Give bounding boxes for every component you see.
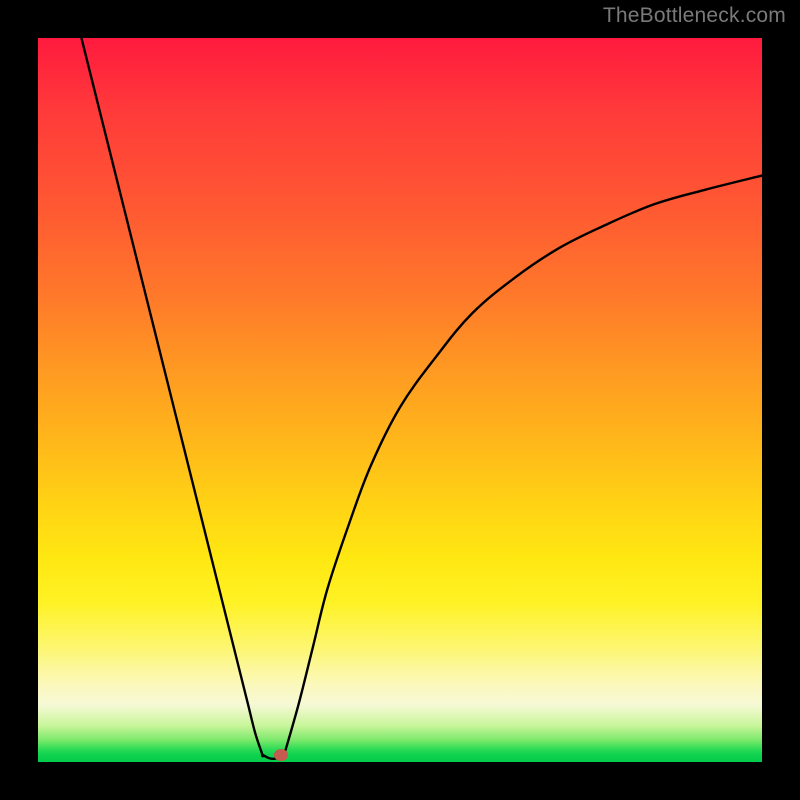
plot-area [38,38,762,762]
optimal-point-marker [274,749,288,761]
watermark-text: TheBottleneck.com [603,4,786,28]
chart-frame: TheBottleneck.com [0,0,800,800]
bottleneck-curve [38,38,762,762]
